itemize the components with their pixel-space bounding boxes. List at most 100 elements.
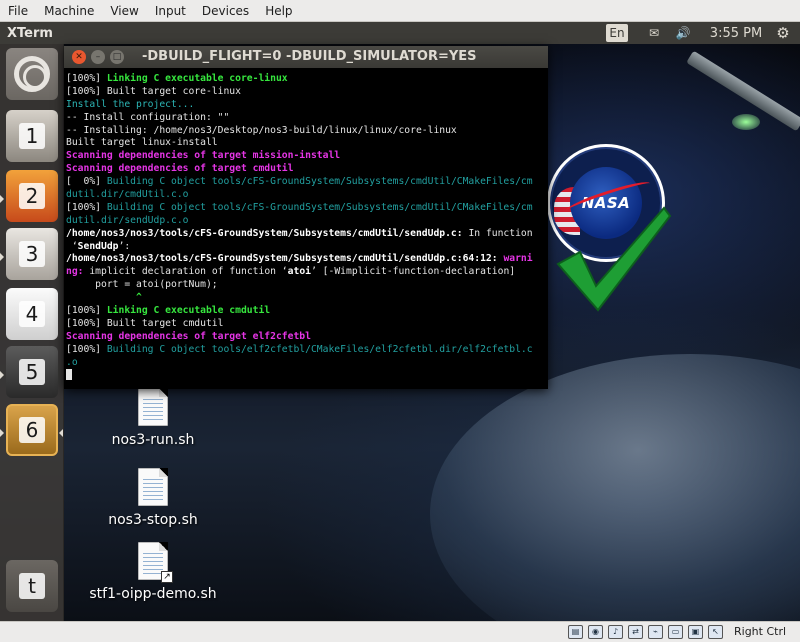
terminal-text: -- Install configuration: "" bbox=[66, 111, 230, 123]
terminal-text: .o bbox=[66, 356, 78, 368]
audio-icon[interactable]: ♪ bbox=[608, 625, 623, 639]
usb-icon[interactable]: ⌁ bbox=[648, 625, 663, 639]
running-indicator-icon bbox=[0, 253, 4, 261]
terminal-line: Scanning dependencies of target cmdutil bbox=[66, 163, 546, 176]
keyboard-layout-indicator[interactable]: En bbox=[606, 24, 628, 42]
maximize-icon[interactable]: □ bbox=[110, 50, 124, 64]
launcher-dash-button[interactable] bbox=[6, 48, 58, 100]
terminal-line: [100%] Linking C executable core-linux bbox=[66, 73, 546, 86]
terminal-text: Building C object tools/elf2cfetbl/CMake… bbox=[106, 343, 533, 355]
close-icon[interactable]: ✕ bbox=[72, 50, 86, 64]
terminal-text: [100%] bbox=[66, 201, 107, 213]
terminal-text: dutil.dir/cmdUtil.c.o bbox=[66, 189, 189, 201]
terminal-line: Built target linux-install bbox=[66, 137, 546, 150]
shared-folder-icon[interactable]: ▭ bbox=[668, 625, 683, 639]
terminal-line: ‘SendUdp’: bbox=[66, 241, 546, 254]
script-file-icon bbox=[138, 388, 168, 426]
desktop-file-nos3-run[interactable]: nos3-run.sh bbox=[93, 388, 213, 448]
terminal-line: .o bbox=[66, 357, 546, 370]
terminal-line: /home/nos3/nos3/tools/cFS-GroundSystem/S… bbox=[66, 253, 546, 266]
launcher-firefox[interactable]: 2 bbox=[6, 170, 58, 222]
launcher-nos3[interactable]: 4 bbox=[6, 288, 58, 340]
launcher-xterm[interactable]: 6 bbox=[6, 404, 58, 456]
terminal-line: port = atoi(portNum); bbox=[66, 279, 546, 292]
desktop-file-label: nos3-stop.sh bbox=[108, 512, 198, 528]
menu-help[interactable]: Help bbox=[257, 0, 300, 22]
terminal-text: warni bbox=[503, 253, 533, 265]
terminal-text: SendUdp bbox=[77, 240, 119, 252]
terminal-text: Scanning dependencies of target elf2cfet… bbox=[66, 330, 311, 342]
launcher-terminal[interactable]: 5 bbox=[6, 346, 58, 398]
ubuntu-logo-icon bbox=[14, 56, 50, 92]
desktop-file-stf1-oipp-demo[interactable]: ↗ stf1-oipp-demo.sh bbox=[89, 542, 217, 602]
optical-drive-icon[interactable]: ◉ bbox=[588, 625, 603, 639]
terminal-line: [100%] Linking C executable cmdutil bbox=[66, 305, 546, 318]
terminal-output[interactable]: [100%] Linking C executable core-linux [1… bbox=[66, 73, 546, 387]
launcher-text-editor[interactable]: 3 bbox=[6, 228, 58, 280]
terminal-text: ng: bbox=[66, 266, 90, 278]
menu-view[interactable]: View bbox=[102, 0, 146, 22]
terminal-text: [100%] Built target cmdutil bbox=[66, 317, 224, 329]
gear-icon[interactable]: ⚙ bbox=[772, 22, 794, 44]
terminal-line: dutil.dir/sendUdp.c.o bbox=[66, 215, 546, 228]
terminal-text: atoi bbox=[287, 266, 311, 278]
top-panel: XTerm En ✉ 🔊 3:55 PM ⚙ bbox=[0, 22, 800, 44]
aurora-glow bbox=[732, 114, 760, 130]
launcher-trash[interactable]: t bbox=[6, 560, 58, 612]
minimize-icon[interactable]: – bbox=[91, 50, 105, 64]
terminal-text: ’: bbox=[118, 240, 131, 252]
active-app-title: XTerm bbox=[7, 25, 53, 41]
terminal-line: Scanning dependencies of target mission-… bbox=[66, 150, 546, 163]
menu-devices[interactable]: Devices bbox=[194, 0, 257, 22]
terminal-text: [100%] bbox=[66, 343, 107, 355]
running-indicator-icon bbox=[0, 195, 4, 203]
terminal-text: In function bbox=[462, 227, 533, 239]
terminal-text: Linking C executable core-linux bbox=[106, 73, 288, 84]
earth-image bbox=[430, 354, 800, 621]
terminal-line: [100%] Building C object tools/elf2cfetb… bbox=[66, 344, 546, 357]
symlink-arrow-icon: ↗ bbox=[161, 571, 173, 583]
hard-disk-icon[interactable]: ▤ bbox=[568, 625, 583, 639]
launcher-shortcut-number: 1 bbox=[19, 123, 45, 149]
launcher-shortcut-number: 4 bbox=[19, 301, 45, 327]
terminal-line: [100%] Built target core-linux bbox=[66, 86, 546, 99]
terminal-prompt-line bbox=[66, 369, 546, 382]
green-checkmark-icon bbox=[556, 206, 672, 312]
mail-icon[interactable]: ✉ bbox=[644, 22, 664, 44]
terminal-text: Scanning dependencies of target cmdutil bbox=[66, 163, 294, 175]
terminal-text: [100%] bbox=[66, 73, 107, 84]
launcher-shortcut-number: t bbox=[19, 573, 45, 599]
menu-machine[interactable]: Machine bbox=[36, 0, 102, 22]
terminal-line: [100%] Built target cmdutil bbox=[66, 318, 546, 331]
script-file-icon bbox=[138, 468, 168, 506]
terminal-text: Built target linux-install bbox=[66, 137, 218, 149]
terminal-line: Scanning dependencies of target elf2cfet… bbox=[66, 331, 546, 344]
launcher-shortcut-number: 2 bbox=[19, 183, 45, 209]
xterm-window[interactable]: ✕ – □ -DBUILD_FLIGHT=0 -DBUILD_SIMULATOR… bbox=[64, 46, 548, 389]
terminal-text: port = atoi(portNum); bbox=[66, 279, 218, 291]
display-icon[interactable]: ▣ bbox=[688, 625, 703, 639]
terminal-text: Scanning dependencies of target mission-… bbox=[66, 150, 341, 162]
network-icon[interactable]: ⇄ bbox=[628, 625, 643, 639]
launcher-shortcut-number: 3 bbox=[19, 241, 45, 267]
terminal-line: [100%] Building C object tools/cFS-Groun… bbox=[66, 202, 546, 215]
terminal-line: dutil.dir/cmdUtil.c.o bbox=[66, 189, 546, 202]
menu-input[interactable]: Input bbox=[147, 0, 194, 22]
terminal-text: /home/nos3/nos3/tools/cFS-GroundSystem/S… bbox=[66, 227, 463, 239]
desktop-file-label: stf1-oipp-demo.sh bbox=[89, 586, 217, 602]
focused-indicator-icon bbox=[59, 429, 63, 437]
terminal-line: -- Installing: /home/nos3/Desktop/nos3-b… bbox=[66, 125, 546, 138]
launcher-files[interactable]: 1 bbox=[6, 110, 58, 162]
sound-icon[interactable]: 🔊 bbox=[672, 22, 694, 44]
desktop-file-nos3-stop[interactable]: nos3-stop.sh bbox=[93, 468, 213, 528]
clock[interactable]: 3:55 PM bbox=[704, 22, 768, 44]
terminal-text: [100%] Built target core-linux bbox=[66, 85, 241, 97]
running-indicator-icon bbox=[0, 371, 4, 379]
window-titlebar[interactable]: ✕ – □ -DBUILD_FLIGHT=0 -DBUILD_SIMULATOR… bbox=[64, 46, 548, 68]
terminal-line: [ 0%] Building C object tools/cFS-Ground… bbox=[66, 176, 546, 189]
script-file-icon: ↗ bbox=[138, 542, 173, 583]
terminal-text: Building C object tools/cFS-GroundSystem… bbox=[106, 201, 533, 213]
terminal-text: implicit declaration of function ‘ bbox=[89, 266, 288, 278]
menu-file[interactable]: File bbox=[0, 0, 36, 22]
mouse-integration-icon[interactable]: ↖ bbox=[708, 625, 723, 639]
